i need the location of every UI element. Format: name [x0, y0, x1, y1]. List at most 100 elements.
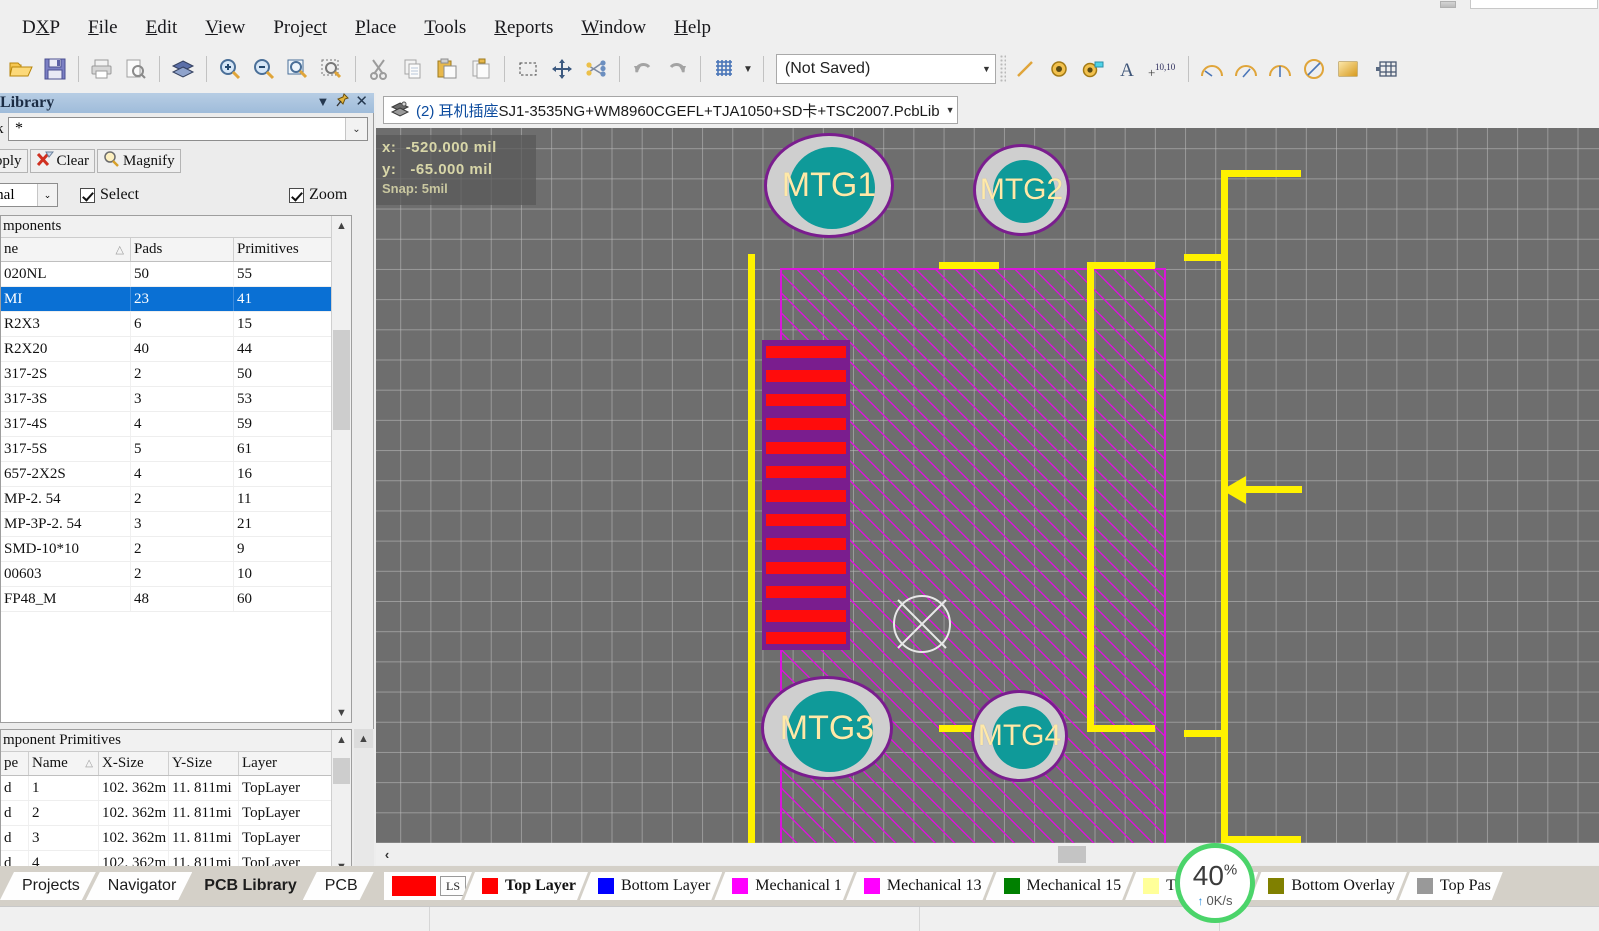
select-area-icon[interactable] [513, 54, 543, 84]
table-row[interactable]: MP-2. 54 2 11 [1, 487, 351, 512]
scroll-up-arrow-icon[interactable]: ▲ [354, 729, 373, 748]
layer-tab-mechanical-13[interactable]: Mechanical 13 [846, 872, 994, 900]
table-row[interactable]: SMD-10*10 2 9 [1, 537, 351, 562]
arc-edge-icon[interactable] [1231, 54, 1261, 84]
zoom-in-icon[interactable] [215, 54, 245, 84]
paste-special-icon[interactable] [466, 54, 496, 84]
column-header-pads[interactable]: Pads [131, 238, 234, 261]
overlay-line-top-gap[interactable] [939, 262, 999, 269]
move-icon[interactable] [547, 54, 577, 84]
layer-combo[interactable]: (Not Saved) ▼ [775, 54, 996, 84]
menu-item-place[interactable]: Place [341, 15, 410, 41]
table-row[interactable]: d 3 102. 362m 11. 811mi TopLayer [1, 826, 351, 851]
menu-item-help[interactable]: Help [660, 15, 725, 41]
apply-button[interactable]: Apply [0, 149, 28, 173]
zoom-out-icon[interactable] [249, 54, 279, 84]
column-header-ysize[interactable]: Y-Size [169, 752, 239, 775]
menu-item-view[interactable]: View [191, 15, 259, 41]
table-row[interactable]: 00603 2 10 [1, 562, 351, 587]
dimension-tick-top[interactable] [1184, 254, 1228, 261]
dimension-bottom-extension[interactable] [1221, 836, 1301, 843]
scrollbar-thumb[interactable] [1058, 846, 1086, 863]
copy-icon[interactable] [398, 54, 428, 84]
dimension-top-extension[interactable] [1221, 170, 1301, 177]
table-row[interactable]: d 2 102. 362m 11. 811mi TopLayer [1, 801, 351, 826]
network-speed-badge[interactable]: 40% ↑ 0K/s [1175, 843, 1255, 923]
pad[interactable] [766, 610, 846, 622]
pad-icon[interactable] [1044, 54, 1074, 84]
pad-stack[interactable] [762, 340, 850, 650]
table-row[interactable]: MI 23 41 [1, 287, 351, 312]
pad[interactable] [766, 538, 846, 550]
canvas-horizontal-scrollbar[interactable]: ‹ [376, 843, 1599, 865]
dimension-tick-bottom[interactable] [1184, 730, 1228, 737]
chevron-down-icon[interactable]: ▼ [317, 95, 330, 108]
table-row[interactable]: 317-3S 3 53 [1, 387, 351, 412]
save-icon[interactable] [40, 54, 70, 84]
table-row[interactable]: 317-5S 5 61 [1, 437, 351, 462]
panel-tab-pcb-library[interactable]: PCB Library [182, 872, 312, 900]
pad[interactable] [766, 370, 846, 382]
scroll-down-arrow-icon[interactable]: ▼ [332, 703, 351, 722]
pad[interactable] [766, 346, 846, 358]
pad[interactable] [766, 394, 846, 406]
column-header-xsize[interactable]: X-Size [99, 752, 169, 775]
pad[interactable] [766, 418, 846, 430]
toolbar-grip[interactable] [999, 55, 1006, 83]
table-row[interactable]: R2X3 6 15 [1, 312, 351, 337]
overlay-line-right-top[interactable] [1087, 262, 1155, 269]
panel-tab-navigator[interactable]: Navigator [86, 872, 192, 900]
chevron-down-icon[interactable]: ▼ [946, 105, 955, 115]
search-input[interactable]: * ⌄ [8, 117, 368, 141]
mounting-hole-mtg3[interactable]: MTG3 [761, 676, 893, 780]
mounting-hole-mtg1[interactable]: MTG1 [764, 133, 894, 238]
print-icon[interactable] [87, 54, 117, 84]
table-row[interactable]: 657-2X2S 4 16 [1, 462, 351, 487]
panel-outer-scrollbar[interactable]: ▲ [354, 729, 374, 877]
arc-any-angle-icon[interactable] [1265, 54, 1295, 84]
layer-tab-mechanical-15[interactable]: Mechanical 15 [986, 872, 1134, 900]
undo-icon[interactable] [628, 54, 658, 84]
pcb-canvas[interactable]: x: -520.000 mil y: -65.000 mil Snap: 5mi… [376, 128, 1599, 843]
align-icon[interactable] [581, 54, 611, 84]
coordinate-icon[interactable]: +10,10 [1146, 54, 1180, 84]
menu-item-window[interactable]: Window [567, 15, 660, 41]
scrollbar-thumb[interactable] [333, 330, 350, 430]
menu-item-dxp[interactable]: DXP [8, 15, 74, 41]
fill-icon[interactable] [1333, 54, 1363, 84]
line-icon[interactable] [1010, 54, 1040, 84]
column-header-pname[interactable]: Name △ [29, 752, 99, 775]
magnify-button[interactable]: Magnify [96, 149, 181, 173]
zoom-area-icon[interactable] [283, 54, 313, 84]
cut-icon[interactable] [364, 54, 394, 84]
grid-icon[interactable] [709, 54, 739, 84]
layer-set-button[interactable]: LS [440, 876, 466, 896]
zoom-selected-icon[interactable] [317, 54, 347, 84]
mounting-hole-mtg2[interactable]: MTG2 [973, 144, 1070, 236]
pad[interactable] [766, 514, 846, 526]
pad[interactable] [766, 632, 846, 644]
redo-icon[interactable] [662, 54, 692, 84]
primitives-scrollbar[interactable]: ▲ ▼ [331, 730, 351, 876]
board-layers-icon[interactable] [168, 54, 198, 84]
layer-color-selector[interactable]: LS [384, 872, 472, 900]
pad[interactable] [766, 466, 846, 478]
scrollbar-thumb[interactable] [333, 758, 350, 784]
dimension-arrow-icon[interactable] [1222, 473, 1302, 507]
table-row[interactable]: MP-3P-2. 54 3 21 [1, 512, 351, 537]
pad[interactable] [766, 442, 846, 454]
mode-select[interactable]: rmal ⌄ [0, 183, 58, 207]
overlay-line-right-vert[interactable] [1087, 262, 1094, 732]
clear-button[interactable]: Clear [29, 149, 95, 173]
menu-item-project[interactable]: Project [259, 15, 341, 41]
column-header-type[interactable]: pe [1, 752, 29, 775]
select-checkbox[interactable]: Select [80, 186, 139, 204]
pad[interactable] [766, 562, 846, 574]
menu-item-file[interactable]: File [74, 15, 132, 41]
panel-tab-projects[interactable]: Projects [0, 872, 96, 900]
close-icon[interactable]: ✕ [355, 94, 368, 109]
column-header-name[interactable]: ne △ [1, 238, 131, 261]
pin-icon[interactable] [335, 93, 350, 109]
overlay-line-right-bottom[interactable] [1087, 725, 1155, 732]
panel-tab-pcb[interactable]: PCB [303, 872, 374, 900]
